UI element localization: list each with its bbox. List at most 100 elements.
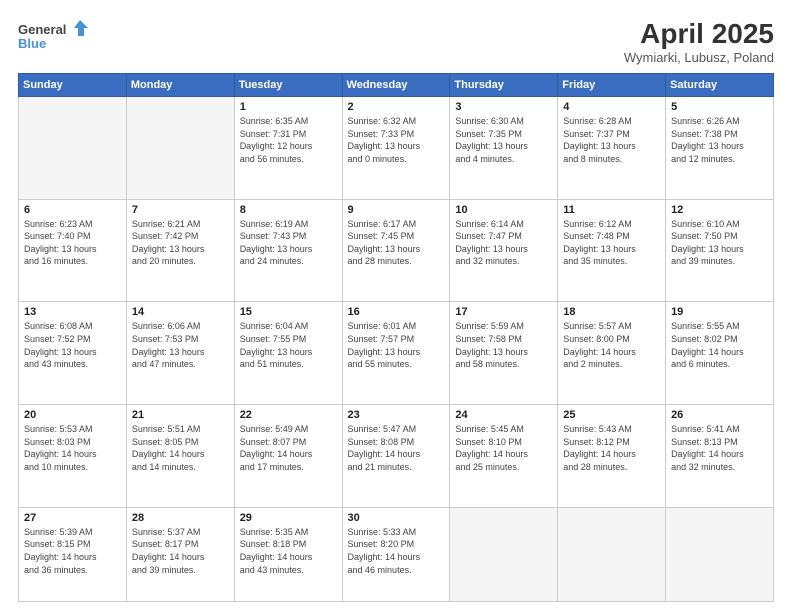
day-number: 28: [132, 512, 229, 524]
day-detail: Sunrise: 6:10 AM Sunset: 7:50 PM Dayligh…: [671, 218, 768, 268]
day-detail: Sunrise: 5:55 AM Sunset: 8:02 PM Dayligh…: [671, 320, 768, 370]
day-detail: Sunrise: 5:47 AM Sunset: 8:08 PM Dayligh…: [348, 423, 445, 473]
table-row: 25 Sunrise: 5:43 AM Sunset: 8:12 PM Dayli…: [558, 405, 666, 508]
table-row: 30 Sunrise: 5:33 AM Sunset: 8:20 PM Dayli…: [342, 507, 450, 601]
logo-svg: General Blue: [18, 18, 88, 54]
day-detail: Sunrise: 6:28 AM Sunset: 7:37 PM Dayligh…: [563, 115, 660, 165]
day-detail: Sunrise: 6:30 AM Sunset: 7:35 PM Dayligh…: [455, 115, 552, 165]
calendar-header-row: Sunday Monday Tuesday Wednesday Thursday…: [19, 74, 774, 97]
table-row: 16Sunrise: 6:01 AM Sunset: 7:57 PM Dayli…: [342, 302, 450, 405]
table-row: [19, 97, 127, 200]
day-number: 13: [24, 306, 121, 318]
day-detail: Sunrise: 5:41 AM Sunset: 8:13 PM Dayligh…: [671, 423, 768, 473]
table-row: 27 Sunrise: 5:39 AM Sunset: 8:15 PM Dayli…: [19, 507, 127, 601]
title-block: April 2025 Wymiarki, Lubusz, Poland: [624, 18, 774, 65]
day-number: 19: [671, 306, 768, 318]
table-row: 24Sunrise: 5:45 AM Sunset: 8:10 PM Dayli…: [450, 405, 558, 508]
calendar-table: Sunday Monday Tuesday Wednesday Thursday…: [18, 73, 774, 602]
table-row: 19 Sunrise: 5:55 AM Sunset: 8:02 PM Dayli…: [666, 302, 774, 405]
day-number: 26: [671, 409, 768, 421]
table-row: 5 Sunrise: 6:26 AM Sunset: 7:38 PM Daylig…: [666, 97, 774, 200]
table-row: 8 Sunrise: 6:19 AM Sunset: 7:43 PM Daylig…: [234, 199, 342, 302]
day-detail: Sunrise: 6:19 AM Sunset: 7:43 PM Dayligh…: [240, 218, 337, 268]
day-number: 24: [455, 409, 552, 421]
day-number: 6: [24, 204, 121, 216]
day-number: 14: [132, 306, 229, 318]
table-row: 3 Sunrise: 6:30 AM Sunset: 7:35 PM Daylig…: [450, 97, 558, 200]
svg-text:General: General: [18, 22, 66, 37]
col-friday: Friday: [558, 74, 666, 97]
day-detail: Sunrise: 6:35 AM Sunset: 7:31 PM Dayligh…: [240, 115, 337, 165]
table-row: [126, 97, 234, 200]
table-row: [558, 507, 666, 601]
day-number: 23: [348, 409, 445, 421]
day-detail: Sunrise: 6:08 AM Sunset: 7:52 PM Dayligh…: [24, 320, 121, 370]
col-saturday: Saturday: [666, 74, 774, 97]
day-number: 27: [24, 512, 121, 524]
table-row: 13 Sunrise: 6:08 AM Sunset: 7:52 PM Dayli…: [19, 302, 127, 405]
day-detail: Sunrise: 5:53 AM Sunset: 8:03 PM Dayligh…: [24, 423, 121, 473]
day-number: 12: [671, 204, 768, 216]
table-row: 23 Sunrise: 5:47 AM Sunset: 8:08 PM Dayli…: [342, 405, 450, 508]
day-detail: Sunrise: 6:04 AM Sunset: 7:55 PM Dayligh…: [240, 320, 337, 370]
day-detail: Sunrise: 6:06 AM Sunset: 7:53 PM Dayligh…: [132, 320, 229, 370]
table-row: 29 Sunrise: 5:35 AM Sunset: 8:18 PM Dayli…: [234, 507, 342, 601]
day-detail: Sunrise: 6:26 AM Sunset: 7:38 PM Dayligh…: [671, 115, 768, 165]
day-number: 30: [348, 512, 445, 524]
table-row: 7 Sunrise: 6:21 AM Sunset: 7:42 PM Daylig…: [126, 199, 234, 302]
day-number: 8: [240, 204, 337, 216]
day-number: 5: [671, 101, 768, 113]
title-month: April 2025: [624, 18, 774, 50]
day-number: 20: [24, 409, 121, 421]
day-number: 2: [348, 101, 445, 113]
table-row: 20 Sunrise: 5:53 AM Sunset: 8:03 PM Dayli…: [19, 405, 127, 508]
day-detail: Sunrise: 6:21 AM Sunset: 7:42 PM Dayligh…: [132, 218, 229, 268]
day-detail: Sunrise: 5:59 AM Sunset: 7:58 PM Dayligh…: [455, 320, 552, 370]
day-detail: Sunrise: 6:23 AM Sunset: 7:40 PM Dayligh…: [24, 218, 121, 268]
day-detail: Sunrise: 6:17 AM Sunset: 7:45 PM Dayligh…: [348, 218, 445, 268]
table-row: 9 Sunrise: 6:17 AM Sunset: 7:45 PM Daylig…: [342, 199, 450, 302]
day-number: 22: [240, 409, 337, 421]
table-row: 4 Sunrise: 6:28 AM Sunset: 7:37 PM Daylig…: [558, 97, 666, 200]
day-detail: Sunrise: 5:57 AM Sunset: 8:00 PM Dayligh…: [563, 320, 660, 370]
table-row: 6 Sunrise: 6:23 AM Sunset: 7:40 PM Daylig…: [19, 199, 127, 302]
day-number: 3: [455, 101, 552, 113]
col-thursday: Thursday: [450, 74, 558, 97]
day-number: 25: [563, 409, 660, 421]
table-row: 2Sunrise: 6:32 AM Sunset: 7:33 PM Daylig…: [342, 97, 450, 200]
day-detail: Sunrise: 5:43 AM Sunset: 8:12 PM Dayligh…: [563, 423, 660, 473]
table-row: 17 Sunrise: 5:59 AM Sunset: 7:58 PM Dayli…: [450, 302, 558, 405]
table-row: 21 Sunrise: 5:51 AM Sunset: 8:05 PM Dayli…: [126, 405, 234, 508]
day-detail: Sunrise: 6:14 AM Sunset: 7:47 PM Dayligh…: [455, 218, 552, 268]
svg-text:Blue: Blue: [18, 36, 46, 51]
day-detail: Sunrise: 5:39 AM Sunset: 8:15 PM Dayligh…: [24, 526, 121, 576]
day-number: 4: [563, 101, 660, 113]
table-row: 14 Sunrise: 6:06 AM Sunset: 7:53 PM Dayli…: [126, 302, 234, 405]
day-number: 21: [132, 409, 229, 421]
table-row: 26 Sunrise: 5:41 AM Sunset: 8:13 PM Dayli…: [666, 405, 774, 508]
day-number: 1: [240, 101, 337, 113]
table-row: [450, 507, 558, 601]
table-row: 28 Sunrise: 5:37 AM Sunset: 8:17 PM Dayli…: [126, 507, 234, 601]
day-number: 29: [240, 512, 337, 524]
logo: General Blue: [18, 18, 88, 54]
day-detail: Sunrise: 5:35 AM Sunset: 8:18 PM Dayligh…: [240, 526, 337, 576]
day-number: 18: [563, 306, 660, 318]
table-row: 10 Sunrise: 6:14 AM Sunset: 7:47 PM Dayli…: [450, 199, 558, 302]
table-row: 12 Sunrise: 6:10 AM Sunset: 7:50 PM Dayli…: [666, 199, 774, 302]
page: General Blue April 2025 Wymiarki, Lubusz…: [0, 0, 792, 612]
day-number: 10: [455, 204, 552, 216]
day-detail: Sunrise: 6:12 AM Sunset: 7:48 PM Dayligh…: [563, 218, 660, 268]
header: General Blue April 2025 Wymiarki, Lubusz…: [18, 18, 774, 65]
table-row: 18 Sunrise: 5:57 AM Sunset: 8:00 PM Dayli…: [558, 302, 666, 405]
day-number: 7: [132, 204, 229, 216]
day-detail: Sunrise: 5:51 AM Sunset: 8:05 PM Dayligh…: [132, 423, 229, 473]
col-tuesday: Tuesday: [234, 74, 342, 97]
title-location: Wymiarki, Lubusz, Poland: [624, 50, 774, 65]
day-detail: Sunrise: 5:37 AM Sunset: 8:17 PM Dayligh…: [132, 526, 229, 576]
day-number: 17: [455, 306, 552, 318]
day-number: 16: [348, 306, 445, 318]
day-detail: Sunrise: 5:33 AM Sunset: 8:20 PM Dayligh…: [348, 526, 445, 576]
day-number: 9: [348, 204, 445, 216]
day-detail: Sunrise: 5:49 AM Sunset: 8:07 PM Dayligh…: [240, 423, 337, 473]
